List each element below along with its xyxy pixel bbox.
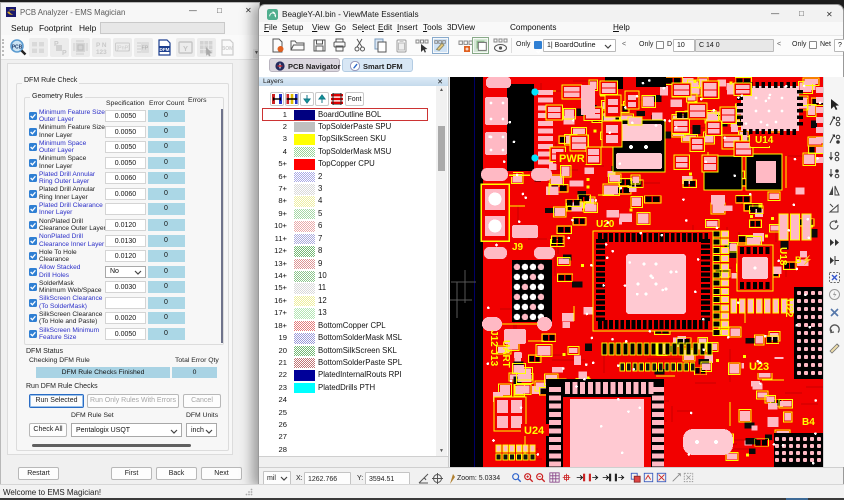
svg-text:U24: U24 bbox=[524, 425, 545, 437]
svg-text:B4: B4 bbox=[802, 417, 815, 428]
svg-text:[PnP]: [PnP] bbox=[117, 46, 131, 52]
svg-text:DFM: DFM bbox=[160, 47, 170, 52]
svg-text:BOM: BOM bbox=[222, 46, 234, 52]
svg-text:PWR: PWR bbox=[559, 153, 585, 165]
svg-text:J9: J9 bbox=[512, 242, 524, 253]
svg-text:123: 123 bbox=[96, 49, 107, 56]
svg-text:B⚡: B⚡ bbox=[795, 254, 813, 266]
svg-text:P N: P N bbox=[96, 42, 107, 49]
svg-text:U14: U14 bbox=[755, 135, 774, 146]
svg-text:PCB: PCB bbox=[12, 45, 23, 51]
svg-text:UART: UART bbox=[500, 340, 511, 368]
svg-text:Y: Y bbox=[183, 44, 188, 53]
svg-text:FP: FP bbox=[142, 46, 149, 52]
svg-text:U20: U20 bbox=[596, 219, 615, 230]
svg-text:J12 J13: J12 J13 bbox=[488, 330, 499, 367]
svg-text:U22: U22 bbox=[783, 299, 794, 318]
svg-text:U18: U18 bbox=[777, 247, 788, 266]
svg-text:P: P bbox=[62, 50, 67, 57]
